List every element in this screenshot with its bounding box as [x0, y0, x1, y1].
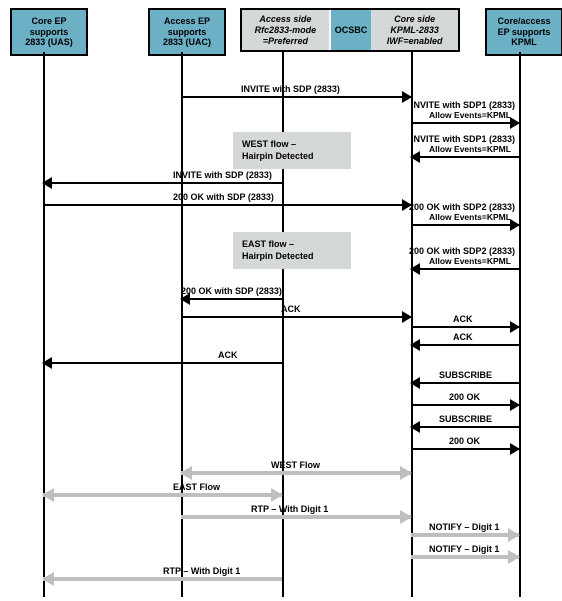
actor-core-ep-uas: Core EP supports 2833 (UAS) [10, 8, 88, 56]
note-west-hairpin: WEST flow – Hairpin Detected [233, 132, 351, 169]
msg-ack-kpml-ocsbc: ACK [411, 334, 519, 348]
actor-label: Access EP supports 2833 (UAC) [163, 16, 211, 48]
msg-ack-uac-ocsbc: ACK [181, 306, 411, 320]
ocsbc-core-side: Core side KPML-2833 IWF=enabled [371, 10, 458, 50]
msg-west-flow: WEST Flow [181, 462, 411, 476]
actor-label: Core/access EP supports KPML [497, 16, 550, 48]
msg-200ok-sub1: 200 OK [411, 394, 519, 408]
actor-kpml-ep: Core/access EP supports KPML [485, 8, 562, 56]
msg-notify-digit1-out-2: NOTIFY – Digit 1 [411, 546, 519, 560]
msg-200ok-sdp2-out: 200 OK with SDP2 (2833) Allow Events=KPM… [411, 206, 519, 220]
msg-rtp-digit1-a: RTP – With Digit 1 [181, 506, 411, 520]
msg-subscribe-2: SUBSCRIBE [411, 416, 519, 430]
ocsbc-access-side: Access side Rfc2833-mode =Preferred [242, 10, 331, 50]
msg-200ok-sdp2-in: 200 OK with SDP2 (2833) Allow Events=KPM… [411, 250, 519, 264]
actor-ocsbc: Access side Rfc2833-mode =Preferred OCSB… [240, 8, 460, 52]
msg-invite-sdp1-out: INVITE with SDP1 (2833) Allow Events=KPM… [411, 104, 519, 118]
msg-ack-ocsbc-kpml: ACK [411, 316, 519, 330]
actor-access-ep-uac: Access EP supports 2833 (UAC) [148, 8, 226, 56]
msg-east-flow: EAST Flow [43, 484, 282, 498]
msg-200ok-sdp-2833-to-uac: 200 OK with SDP (2833) [181, 288, 282, 302]
msg-rtp-digit1-b: RTP – With Digit 1 [43, 568, 282, 582]
msg-subscribe-1: SUBSCRIBE [411, 372, 519, 386]
msg-invite-sdp-2833-to-uas: INVITE with SDP (2833) [43, 172, 282, 186]
msg-invite-sdp-2833: INVITE with SDP (2833) [181, 86, 411, 100]
msg-invite-sdp1-in: INVITE with SDP1 (2833) Allow Events=KPM… [411, 138, 519, 152]
msg-ack-ocsbc-uas: ACK [43, 352, 282, 366]
lifeline-uas [43, 52, 45, 597]
msg-200ok-sdp-2833-from-uas: 200 OK with SDP (2833) [43, 194, 411, 208]
note-east-hairpin: EAST flow – Hairpin Detected [233, 232, 351, 269]
actor-label: Core EP supports 2833 (UAS) [25, 16, 73, 48]
msg-notify-digit1-out: NOTIFY – Digit 1 [411, 524, 519, 538]
msg-200ok-sub2: 200 OK [411, 438, 519, 452]
ocsbc-mid: OCSBC [331, 10, 372, 50]
